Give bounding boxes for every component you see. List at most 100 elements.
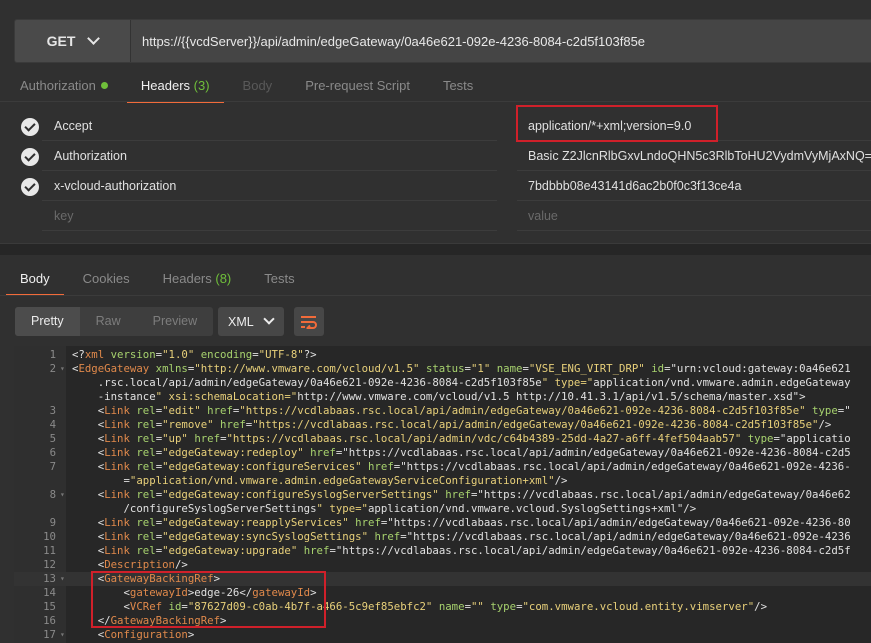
code-line: /configureSyslogServerSettings" type="ap… bbox=[14, 502, 871, 516]
header-value-input[interactable]: value bbox=[517, 201, 871, 231]
divider bbox=[0, 295, 871, 296]
tab-label: Cookies bbox=[82, 271, 130, 286]
line-number: 2 bbox=[49, 362, 56, 375]
code-line: ="application/vnd.vmware.admin.edgeGatew… bbox=[14, 474, 871, 488]
tab-label: Pre-request Script bbox=[305, 78, 410, 93]
code-line: 17 ▾ <Configuration> bbox=[14, 628, 871, 642]
tab-label: Tests bbox=[442, 78, 474, 93]
code-text: <Configuration> bbox=[97, 628, 195, 641]
tab-label: Headers bbox=[140, 78, 191, 93]
method-select[interactable]: GET bbox=[15, 20, 131, 62]
pane-separator[interactable] bbox=[0, 243, 871, 255]
code-text: -instance" xsi:schemaLocation="http://ww… bbox=[72, 390, 806, 403]
header-row: x-vcloud-authorization 7bdbbb08e43141d6a… bbox=[5, 171, 871, 201]
tab-response-headers[interactable]: Headers (8) bbox=[163, 271, 232, 295]
view-pretty-button[interactable]: Pretty bbox=[15, 307, 80, 336]
header-value-field[interactable]: Basic Z2JlcnRlbGxvLndoQHN5c3RlbToHU2Vydm… bbox=[517, 141, 871, 171]
tab-cookies[interactable]: Cookies bbox=[83, 271, 130, 295]
code-line: 8 ▾ <Link rel="edgeGateway:configureSyslo… bbox=[14, 488, 871, 502]
highlight-box bbox=[91, 571, 326, 628]
code-text: <EdgeGateway xmlns="http://www.vmware.co… bbox=[72, 362, 851, 375]
header-value-field[interactable]: 7bdbbb08e43141d6ac2b0f0c3f13ce4a bbox=[517, 171, 871, 201]
line-number: 17 bbox=[43, 628, 56, 641]
tab-count: (3) bbox=[193, 78, 210, 93]
line-number: 8 bbox=[49, 488, 56, 501]
line-number: 15 bbox=[43, 600, 56, 613]
code-line: 9 <Link rel="edgeGateway:reapplyServices… bbox=[14, 516, 871, 530]
check-circle-icon[interactable] bbox=[21, 178, 39, 196]
line-number: 5 bbox=[49, 432, 56, 445]
code-text: <?xml version="1.0" encoding="UTF-8"?> bbox=[72, 348, 317, 361]
code-line: 7 <Link rel="edgeGateway:configureServic… bbox=[14, 460, 871, 474]
line-number: 12 bbox=[43, 558, 56, 571]
header-row: Accept application/*+xml;version=9.0 bbox=[5, 111, 871, 141]
check-circle-icon[interactable] bbox=[21, 148, 39, 166]
tab-headers[interactable]: Headers (3) bbox=[126, 78, 224, 103]
view-preview-button[interactable]: Preview bbox=[137, 307, 213, 336]
format-select[interactable]: XML bbox=[218, 307, 284, 336]
code-text: <Link rel="up" href="https://vcdlabaas.r… bbox=[97, 432, 851, 445]
header-row-empty: key value bbox=[5, 201, 871, 231]
tab-count: (8) bbox=[215, 271, 232, 286]
format-label: XML bbox=[228, 314, 254, 329]
line-number: 4 bbox=[49, 418, 56, 431]
chevron-down-icon bbox=[87, 32, 101, 45]
headers-table: Accept application/*+xml;version=9.0 Aut… bbox=[5, 111, 871, 231]
code-line: 11 <Link rel="edgeGateway:upgrade" href=… bbox=[14, 544, 871, 558]
request-url-bar: GET https://{{vcdServer}}/api/admin/edge… bbox=[14, 19, 871, 63]
code-line: -instance" xsi:schemaLocation="http://ww… bbox=[14, 390, 871, 404]
chevron-down-icon bbox=[263, 313, 275, 325]
tab-response-tests[interactable]: Tests bbox=[264, 271, 294, 295]
code-text: <Link rel="edgeGateway:syncSyslogSetting… bbox=[97, 530, 851, 543]
code-text: <Link rel="edgeGateway:reapplyServices" … bbox=[97, 516, 851, 529]
tab-pre-request-script[interactable]: Pre-request Script bbox=[305, 78, 410, 102]
header-key-input[interactable]: key bbox=[42, 201, 497, 231]
line-number: 13 bbox=[43, 572, 56, 585]
highlight-box bbox=[516, 105, 718, 142]
code-text: <Link rel="edit" href="https://vcdlabaas… bbox=[97, 404, 851, 417]
divider bbox=[0, 101, 871, 102]
code-text: <Link rel="remove" href="https://vcdlaba… bbox=[97, 418, 832, 431]
code-text: <Link rel="edgeGateway:redeploy" href="h… bbox=[97, 446, 851, 459]
code-line: 5 <Link rel="up" href="https://vcdlabaas… bbox=[14, 432, 871, 446]
code-line: 3 <Link rel="edit" href="https://vcdlaba… bbox=[14, 404, 871, 418]
request-tabs: Authorization Headers (3) Body Pre-reque… bbox=[0, 70, 871, 103]
code-line: 1 <?xml version="1.0" encoding="UTF-8"?> bbox=[14, 348, 871, 362]
code-text: ="application/vnd.vmware.admin.edgeGatew… bbox=[72, 474, 568, 487]
tab-label: Tests bbox=[264, 271, 295, 286]
tab-tests[interactable]: Tests bbox=[443, 78, 473, 102]
tab-response-body[interactable]: Body bbox=[6, 271, 64, 296]
header-key-field[interactable]: Authorization bbox=[42, 141, 497, 171]
tab-body[interactable]: Body bbox=[243, 78, 273, 102]
code-line: 12 <Description/> bbox=[14, 558, 871, 572]
tab-label: Body bbox=[242, 78, 273, 93]
line-number: 3 bbox=[49, 404, 56, 417]
fold-toggle-icon[interactable]: ▾ bbox=[60, 488, 65, 502]
code-text: <Link rel="edgeGateway:configureSyslogSe… bbox=[97, 488, 851, 501]
line-number: 9 bbox=[49, 516, 56, 529]
check-circle-icon[interactable] bbox=[21, 118, 39, 136]
fold-toggle-icon[interactable]: ▾ bbox=[60, 628, 65, 642]
status-dot-icon bbox=[100, 82, 108, 89]
line-number: 11 bbox=[43, 544, 56, 557]
header-key-field[interactable]: Accept bbox=[42, 111, 497, 141]
header-row: Authorization Basic Z2JlcnRlbGxvLndoQHN5… bbox=[5, 141, 871, 171]
code-line: 10 <Link rel="edgeGateway:syncSyslogSett… bbox=[14, 530, 871, 544]
url-input[interactable]: https://{{vcdServer}}/api/admin/edgeGate… bbox=[131, 20, 871, 62]
tab-label: Headers bbox=[162, 271, 212, 286]
code-text: <Link rel="edgeGateway:configureServices… bbox=[97, 460, 851, 473]
line-number: 10 bbox=[43, 530, 56, 543]
response-tabs: Body Cookies Headers (8) Tests bbox=[0, 262, 871, 296]
tab-label: Body bbox=[20, 271, 50, 286]
tab-label: Authorization bbox=[20, 78, 96, 93]
header-key-field[interactable]: x-vcloud-authorization bbox=[42, 171, 497, 201]
code-line: 4 <Link rel="remove" href="https://vcdla… bbox=[14, 418, 871, 432]
fold-toggle-icon[interactable]: ▾ bbox=[60, 572, 65, 586]
code-text: <Description/> bbox=[97, 558, 188, 571]
view-raw-button[interactable]: Raw bbox=[80, 307, 137, 336]
tab-authorization[interactable]: Authorization bbox=[20, 78, 108, 102]
code-line: 2 ▾ <EdgeGateway xmlns="http://www.vmware.… bbox=[14, 362, 871, 376]
wrap-lines-button[interactable] bbox=[294, 307, 324, 336]
fold-toggle-icon[interactable]: ▾ bbox=[60, 362, 65, 376]
code-text: <Link rel="edgeGateway:upgrade" href="ht… bbox=[97, 544, 851, 557]
